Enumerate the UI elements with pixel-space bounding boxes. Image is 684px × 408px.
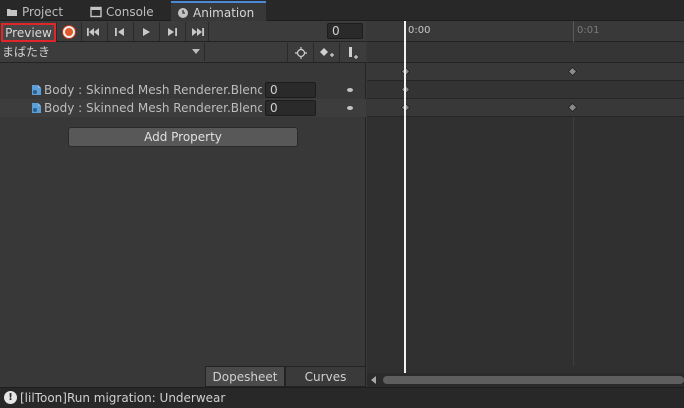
skinned-mesh-icon xyxy=(32,103,41,113)
property-value-field[interactable]: 0 xyxy=(265,100,316,116)
tab-project-label: Project xyxy=(22,4,64,19)
time-ruler[interactable]: 0:00 0:01 xyxy=(367,21,684,42)
add-event-icon xyxy=(348,46,358,59)
next-keyframe-button[interactable] xyxy=(159,22,183,41)
tab-animation[interactable]: Animation xyxy=(171,1,266,22)
scrollbar-thumb[interactable] xyxy=(383,376,684,384)
add-property-button[interactable]: Add Property xyxy=(68,127,298,147)
folder-icon xyxy=(6,6,18,18)
play-button[interactable] xyxy=(133,22,157,41)
curves-tab[interactable]: Curves xyxy=(285,366,366,387)
tick-label: 0:01 xyxy=(577,25,600,36)
tick-label: 0:00 xyxy=(408,25,431,36)
window-tab-bar: Project Console Animation xyxy=(0,0,684,22)
previous-keyframe-button[interactable] xyxy=(107,22,131,41)
ruler-tick xyxy=(573,21,574,42)
first-keyframe-button[interactable] xyxy=(81,22,105,41)
console-icon xyxy=(90,6,102,18)
clip-dropdown-value: まばたき xyxy=(2,45,51,59)
tab-animation-label: Animation xyxy=(193,5,255,20)
property-options-dot[interactable] xyxy=(347,106,353,110)
preview-button[interactable]: Preview xyxy=(1,23,56,42)
skip-to-start-icon xyxy=(86,27,99,36)
property-value-field[interactable]: 0 xyxy=(265,82,316,98)
tab-console-label: Console xyxy=(106,4,154,19)
frame-input[interactable]: 0 xyxy=(327,23,363,39)
skinned-mesh-icon xyxy=(32,85,41,95)
timeline-scrollbar[interactable] xyxy=(367,373,684,387)
property-options-dot[interactable] xyxy=(347,88,353,92)
add-keyframe-button[interactable] xyxy=(313,43,339,62)
add-keyframe-icon xyxy=(319,47,334,57)
property-label: Body : Skinned Mesh Renderer.Blend S xyxy=(44,83,262,97)
property-keyframe-row[interactable] xyxy=(367,99,684,117)
skip-to-end-icon xyxy=(192,27,204,36)
property-label: Body : Skinned Mesh Renderer.Blend S xyxy=(44,101,262,115)
step-back-icon xyxy=(114,27,124,36)
event-row[interactable] xyxy=(367,42,684,63)
dopesheet-timeline[interactable]: 0:00 0:01 xyxy=(367,21,684,387)
status-message[interactable]: [lilToon]Run migration: Underwear xyxy=(20,391,225,405)
play-icon xyxy=(142,27,150,36)
dopesheet-tab[interactable]: Dopesheet xyxy=(205,366,285,387)
add-event-button[interactable] xyxy=(339,43,365,62)
playhead[interactable] xyxy=(404,21,406,373)
scroll-left-icon[interactable] xyxy=(371,376,376,384)
tab-project[interactable]: Project xyxy=(0,2,71,21)
warning-icon: ! xyxy=(4,391,17,404)
record-icon xyxy=(62,25,75,38)
record-button[interactable] xyxy=(56,22,80,41)
summary-keyframe-row[interactable] xyxy=(367,63,684,81)
tab-console[interactable]: Console xyxy=(84,2,162,21)
animation-hierarchy-panel: Preview 0 まばたき Body: Skinned Mesh Rende… xyxy=(0,21,366,387)
clock-icon xyxy=(177,7,189,19)
status-bar: ! [lilToon]Run migration: Underwear xyxy=(0,387,684,408)
chevron-down-icon xyxy=(192,49,200,54)
property-keyframe-row[interactable] xyxy=(367,81,684,99)
step-forward-icon xyxy=(167,27,177,36)
clip-bar: まばたき xyxy=(0,42,366,63)
filter-by-selection-button[interactable] xyxy=(287,43,313,62)
view-mode-tabs: Dopesheet Curves xyxy=(205,366,366,387)
clip-dropdown[interactable]: まばたき xyxy=(0,43,205,61)
crosshair-icon xyxy=(294,46,307,59)
keyframe[interactable] xyxy=(567,102,578,113)
keyframe[interactable] xyxy=(567,66,578,77)
property-row[interactable]: Body : Skinned Mesh Renderer.Blend S 0 xyxy=(0,81,366,99)
last-keyframe-button[interactable] xyxy=(185,22,209,41)
property-row[interactable]: Body : Skinned Mesh Renderer.Blend S 0 xyxy=(0,99,366,117)
playback-toolbar: Preview 0 xyxy=(0,21,366,42)
